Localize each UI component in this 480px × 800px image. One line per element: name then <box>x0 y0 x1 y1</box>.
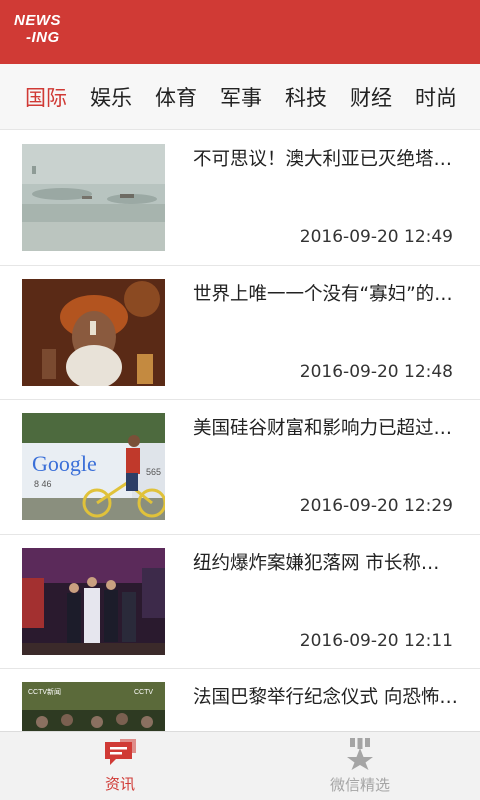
tab-technology[interactable]: 科技 <box>285 82 327 112</box>
nav-wechat-button[interactable]: 微信精选 <box>240 732 480 800</box>
news-time: 2016-09-20 12:49 <box>299 227 453 247</box>
tab-fashion[interactable]: 时尚 <box>415 82 457 112</box>
logo-line-1: NEWS <box>14 12 61 29</box>
news-thumbnail <box>22 278 165 386</box>
tab-international[interactable]: 国际 <box>25 82 67 112</box>
news-thumbnail <box>22 547 165 655</box>
wildlife-photo-icon <box>22 144 165 251</box>
star-badge-icon <box>347 738 373 770</box>
crowd-photo-icon: CCTV新闻 CCTV <box>22 682 165 731</box>
news-item[interactable]: CCTV新闻 CCTV 法国巴黎举行纪念仪式 向恐怖袭击遇难者致哀 <box>0 669 480 731</box>
bottom-navigation: 资讯 微信精选 <box>0 731 480 800</box>
logo-line-2: -ING <box>26 29 60 46</box>
app-logo: NEWS -ING <box>14 12 90 52</box>
tab-entertainment[interactable]: 娱乐 <box>90 82 132 112</box>
channel-logo-right: CCTV <box>134 689 153 696</box>
news-time: 2016-09-20 12:48 <box>299 361 453 382</box>
news-thumbnail: CCTV新闻 CCTV <box>22 682 165 731</box>
nav-news-label: 资讯 <box>104 775 135 793</box>
sign-right-text: 565 <box>146 467 161 477</box>
news-title: 美国硅谷财富和影响力已超过华尔街 <box>193 418 469 439</box>
news-item[interactable]: 世界上唯一一个没有“寡妇”的国家 2016-09-20 12:48 <box>0 265 480 400</box>
nav-wechat-label: 微信精选 <box>329 776 390 794</box>
news-item[interactable]: Google 8 46 565 美国硅谷财富和影响力已超过华尔街 2016-09… <box>0 400 480 535</box>
category-tabs: 国际 娱乐 体育 军事 科技 财经 时尚 <box>0 64 480 130</box>
news-title: 法国巴黎举行纪念仪式 向恐怖袭击遇难者致哀 <box>193 687 469 708</box>
news-chat-icon <box>105 739 136 765</box>
sign-left-text: 8 46 <box>34 479 52 489</box>
news-item[interactable]: 不可思议！澳大利亚已灭绝塔斯马尼亚虎 2016-09-20 12:49 <box>0 131 480 266</box>
news-time: 2016-09-20 12:29 <box>299 496 453 516</box>
tab-sports[interactable]: 体育 <box>155 82 197 112</box>
tab-military[interactable]: 军事 <box>220 82 262 112</box>
tab-finance[interactable]: 财经 <box>350 82 392 112</box>
google-sign-text: Google <box>32 451 97 476</box>
channel-logo-left: CCTV新闻 <box>28 687 61 696</box>
app-header: NEWS -ING <box>0 0 480 64</box>
news-title: 不可思议！澳大利亚已灭绝塔斯马尼亚虎 <box>193 149 469 170</box>
news-time: 2016-09-20 12:11 <box>299 630 453 651</box>
news-title: 世界上唯一一个没有“寡妇”的国家 <box>193 283 469 305</box>
news-item[interactable]: 纽约爆炸案嫌犯落网 市长称… 2016-09-20 12:11 <box>0 534 480 669</box>
portrait-photo-icon <box>22 278 165 386</box>
nav-news-button[interactable]: 资讯 <box>0 732 240 800</box>
google-bike-photo-icon: Google 8 46 565 <box>22 413 165 520</box>
news-thumbnail: Google 8 46 565 <box>22 413 165 520</box>
news-list: 不可思议！澳大利亚已灭绝塔斯马尼亚虎 2016-09-20 12:49 世界上唯… <box>0 131 480 731</box>
news-thumbnail <box>22 144 165 251</box>
police-night-photo-icon <box>22 547 165 655</box>
news-title: 纽约爆炸案嫌犯落网 市长称… <box>193 552 440 574</box>
